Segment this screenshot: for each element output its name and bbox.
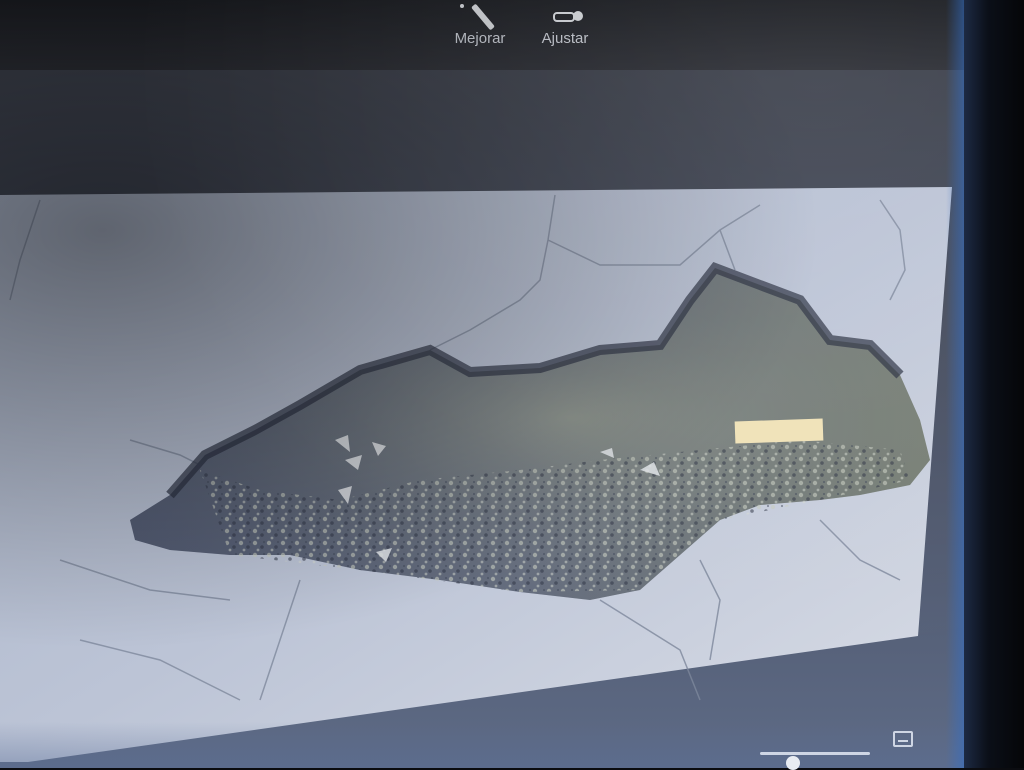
- top-toolbar: Mejorar Ajustar: [0, 0, 964, 70]
- adjust-sliders-icon: [525, 2, 605, 30]
- bottom-strip: [0, 722, 964, 768]
- monitor-screen: Mejorar Ajustar: [0, 0, 1024, 770]
- zoom-slider[interactable]: [760, 752, 870, 755]
- bezel-edge: [946, 0, 964, 768]
- enhance-label: Mejorar: [454, 30, 506, 47]
- photo-viewer: [0, 70, 964, 768]
- monitor-bezel: [964, 0, 1024, 768]
- adjust-label: Ajustar: [541, 30, 589, 47]
- enhance-button[interactable]: Mejorar: [440, 2, 520, 47]
- fit-to-window-icon[interactable]: [893, 731, 913, 747]
- magic-wand-icon: [440, 2, 520, 31]
- adjust-button[interactable]: Ajustar: [525, 2, 605, 47]
